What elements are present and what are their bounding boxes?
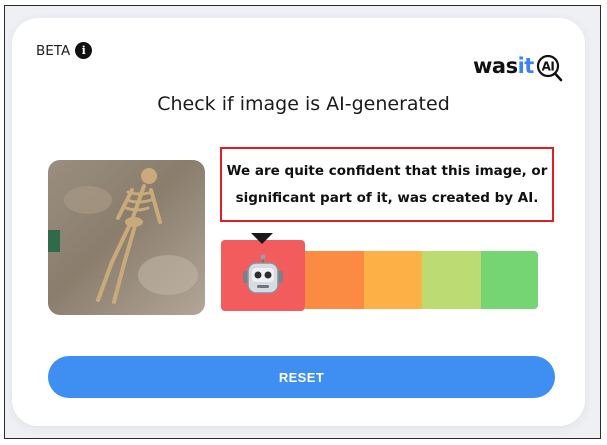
beta-label: BETA — [36, 42, 71, 59]
magnifier-icon: AI — [536, 54, 563, 82]
meter-segment-ai — [221, 240, 305, 311]
meter-segment-likely-ai — [305, 251, 364, 309]
meter-pointer-arrow — [251, 233, 273, 244]
verdict-line-1: We are quite confident that this image, … — [226, 162, 548, 179]
reset-button[interactable]: RESET — [48, 356, 555, 398]
verdict-message: We are quite confident that this image, … — [220, 147, 554, 222]
logo-badge-text: AI — [541, 60, 554, 74]
meter-segment-uncertain — [364, 251, 422, 309]
page-title: Check if image is AI-generated — [157, 93, 450, 115]
beta-indicator: BETA i — [36, 42, 93, 59]
logo-text-was: was — [473, 54, 518, 78]
logo-text-it: it — [517, 54, 535, 78]
uploaded-image — [48, 160, 205, 315]
info-icon[interactable]: i — [75, 42, 93, 59]
wasitai-logo[interactable]: was it AI — [473, 50, 563, 82]
robot-icon — [243, 254, 283, 294]
meter-segment-human — [481, 251, 538, 309]
verdict-line-2: significant part of it, was created by A… — [235, 189, 539, 206]
meter-segment-likely-human — [422, 251, 481, 309]
